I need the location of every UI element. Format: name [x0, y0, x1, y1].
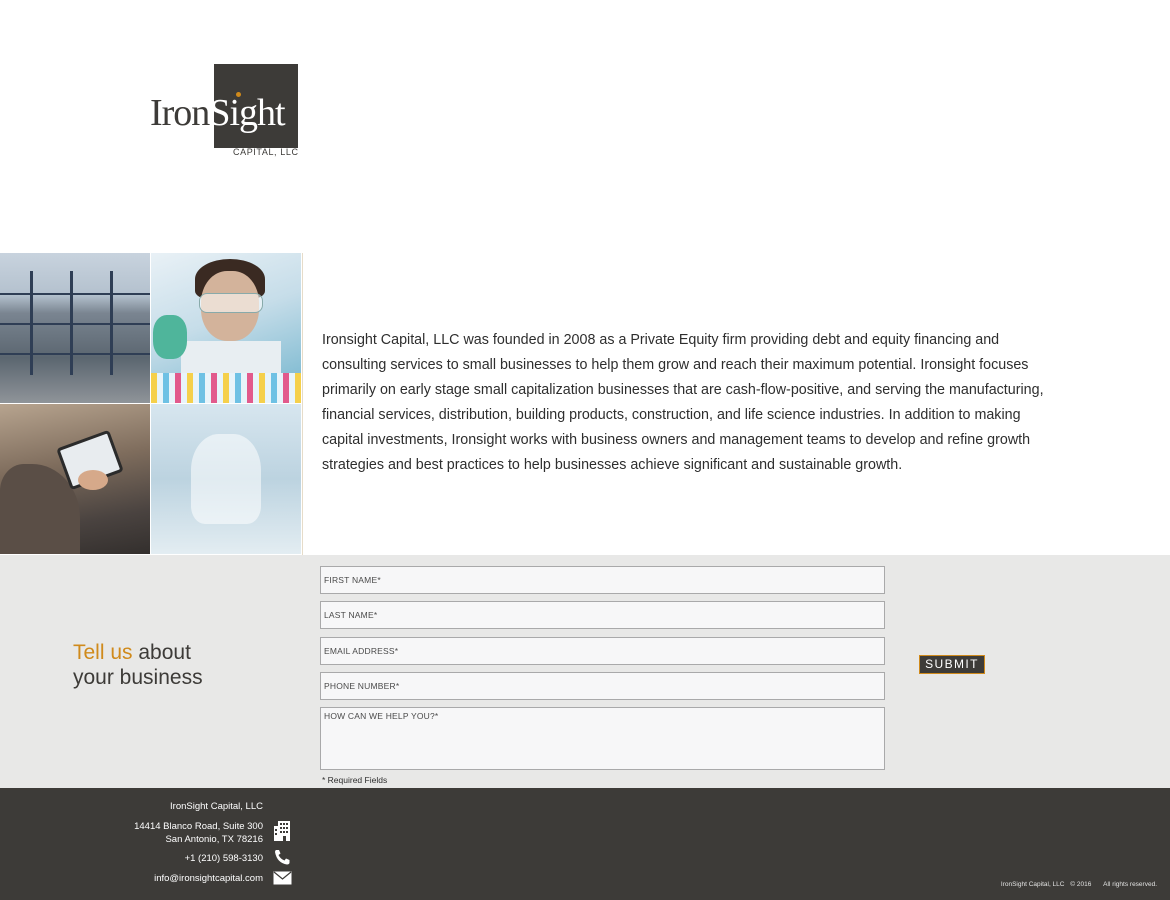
construction-photo	[0, 253, 150, 403]
email-input[interactable]	[321, 638, 884, 664]
email-field[interactable]	[320, 637, 885, 665]
footer-email-link[interactable]: info@ironsightcapital.com	[154, 872, 263, 885]
message-textarea[interactable]	[321, 708, 884, 769]
first-name-field[interactable]	[320, 566, 885, 594]
required-fields-note: * Required Fields	[322, 775, 388, 785]
copyright: IronSight Capital, LLC © 2016 All rights…	[997, 881, 1157, 888]
contact-heading: Tell us about your business	[73, 640, 203, 690]
last-name-field[interactable]	[320, 601, 885, 629]
contact-heading-accent: Tell us	[73, 641, 133, 664]
factory-tablet-photo	[0, 404, 150, 554]
company-logo[interactable]: IronSight CAPITAL, LLC	[148, 62, 300, 162]
photo-collage	[0, 253, 302, 555]
phone-field[interactable]	[320, 672, 885, 700]
lab-scientist-photo	[151, 253, 301, 403]
mail-icon	[273, 871, 292, 885]
footer-address-line2: San Antonio, TX 78216	[165, 834, 263, 845]
copyright-company: IronSight Capital, LLC	[1000, 881, 1065, 888]
contact-heading-line2: your business	[73, 666, 203, 689]
copyright-year: © 2016	[1070, 881, 1092, 888]
building-icon	[274, 821, 290, 841]
submit-button[interactable]: SUBMIT	[919, 655, 985, 674]
intro-paragraph: Ironsight Capital, LLC was founded in 20…	[322, 332, 1044, 473]
footer-address-line1: 14414 Blanco Road, Suite 300	[134, 821, 263, 832]
footer: IronSight Capital, LLC 14414 Blanco Road…	[0, 788, 1170, 900]
first-name-input[interactable]	[321, 567, 884, 593]
footer-company: IronSight Capital, LLC	[170, 801, 263, 812]
last-name-input[interactable]	[321, 602, 884, 628]
copyright-rights: All rights reserved.	[1103, 881, 1157, 888]
logo-subtitle: CAPITAL, LLC	[233, 147, 299, 157]
phone-icon	[275, 850, 290, 865]
collage-divider	[302, 253, 303, 555]
lab-glassware-photo	[151, 404, 301, 554]
message-field[interactable]	[320, 707, 885, 770]
contact-heading-rest: about	[132, 641, 191, 664]
footer-phone[interactable]: +1 (210) 598-3130	[185, 852, 263, 865]
logo-dot	[236, 92, 241, 97]
logo-wordmark: IronSight	[150, 92, 286, 134]
phone-input[interactable]	[321, 673, 884, 699]
